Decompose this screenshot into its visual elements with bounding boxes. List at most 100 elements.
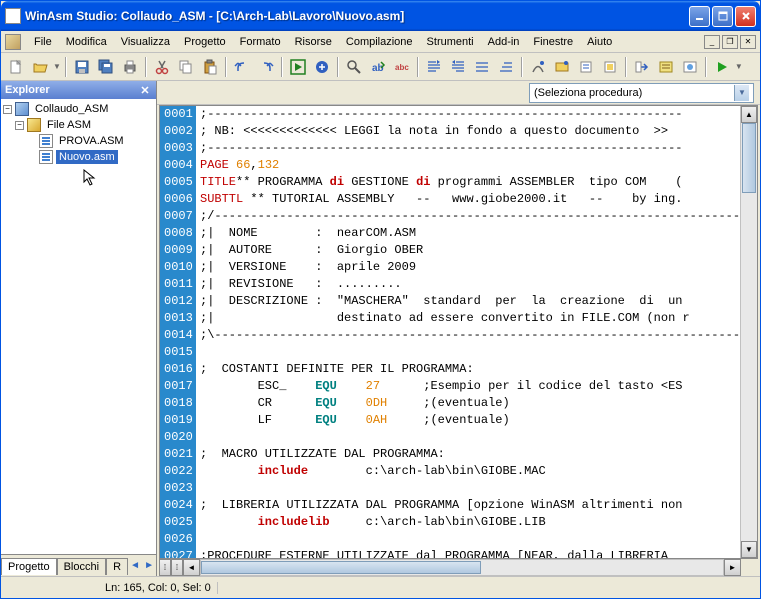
menu-progetto[interactable]: Progetto: [177, 34, 233, 50]
uncomment-button[interactable]: [495, 56, 517, 78]
code-line[interactable]: ;| DESCRIZIONE : "MASCHERA" standard per…: [200, 293, 740, 310]
mdi-minimize-button[interactable]: _: [704, 35, 720, 49]
code-line[interactable]: ;/--------------------------------------…: [200, 208, 740, 225]
explorer-close-icon[interactable]: ✕: [138, 83, 152, 97]
code-line[interactable]: ;| NOME : nearCOM.ASM: [200, 225, 740, 242]
sidebar-tab-project[interactable]: Progetto: [1, 558, 57, 575]
code-line[interactable]: [200, 429, 740, 446]
code-line[interactable]: [200, 531, 740, 548]
code-line[interactable]: ; COSTANTI DEFINITE PER IL PROGRAMMA:: [200, 361, 740, 378]
code-line[interactable]: [200, 480, 740, 497]
sidebar-tab-other[interactable]: R: [106, 558, 128, 575]
redo-button[interactable]: [255, 56, 277, 78]
code-line[interactable]: ; NB: <<<<<<<<<<<<< LEGGI la nota in fon…: [200, 123, 740, 140]
code-line[interactable]: ;PROCEDURE ESTERNE UTILIZZATE dal PROGRA…: [200, 548, 740, 558]
mdi-close-button[interactable]: ✕: [740, 35, 756, 49]
code-line[interactable]: ;---------------------------------------…: [200, 106, 740, 123]
close-button[interactable]: [735, 6, 756, 27]
find-button[interactable]: [343, 56, 365, 78]
save-all-button[interactable]: [95, 56, 117, 78]
menu-risorse[interactable]: Risorse: [288, 34, 339, 50]
undo-button[interactable]: [231, 56, 253, 78]
code-line[interactable]: ;---------------------------------------…: [200, 140, 740, 157]
menu-compilazione[interactable]: Compilazione: [339, 34, 420, 50]
paste-button[interactable]: [199, 56, 221, 78]
hscroll-thumb[interactable]: [201, 561, 481, 574]
split-handle-icon[interactable]: ⁞: [171, 559, 183, 576]
code-line[interactable]: TITLE** PROGRAMMA di GESTIONE di program…: [200, 174, 740, 191]
tree-project-node[interactable]: − Collaudo_ASM: [3, 101, 154, 117]
menu-aiuto[interactable]: Aiuto: [580, 34, 619, 50]
stop-button[interactable]: [311, 56, 333, 78]
tool-d-button[interactable]: [599, 56, 621, 78]
code-line[interactable]: [200, 344, 740, 361]
scroll-up-icon[interactable]: ▲: [741, 106, 757, 123]
code-line[interactable]: ;| VERSIONE : aprile 2009: [200, 259, 740, 276]
tool-g-button[interactable]: [679, 56, 701, 78]
sidebar-tab-blocks[interactable]: Blocchi: [57, 558, 106, 575]
outdent-button[interactable]: [423, 56, 445, 78]
scroll-thumb[interactable]: [742, 123, 756, 193]
code-line[interactable]: PAGE 66,132: [200, 157, 740, 174]
code-content[interactable]: ;---------------------------------------…: [196, 106, 740, 558]
project-tree[interactable]: − Collaudo_ASM − File ASM PROVA.ASM: [1, 99, 156, 554]
find-abc-button[interactable]: abc: [391, 56, 413, 78]
code-line[interactable]: ESC_ EQU 27 ;Esempio per il codice del t…: [200, 378, 740, 395]
comment-button[interactable]: [471, 56, 493, 78]
menu-formato[interactable]: Formato: [233, 34, 288, 50]
play-button[interactable]: [711, 56, 733, 78]
code-line[interactable]: includelib c:\arch-lab\bin\GIOBE.LIB: [200, 514, 740, 531]
copy-button[interactable]: [175, 56, 197, 78]
menu-modifica[interactable]: Modifica: [59, 34, 114, 50]
minimize-button[interactable]: [689, 6, 710, 27]
code-line[interactable]: ; MACRO UTILIZZATE DAL PROGRAMMA:: [200, 446, 740, 463]
open-button[interactable]: [29, 56, 51, 78]
svg-text:ab: ab: [372, 63, 384, 74]
mdi-restore-button[interactable]: ❐: [722, 35, 738, 49]
menu-visualizza[interactable]: Visualizza: [114, 34, 177, 50]
menu-strumenti[interactable]: Strumenti: [420, 34, 481, 50]
run-button[interactable]: [287, 56, 309, 78]
tree-folder-node[interactable]: − File ASM: [3, 117, 154, 133]
scroll-track[interactable]: [741, 193, 757, 541]
vertical-scrollbar[interactable]: ▲ ▼: [740, 106, 757, 558]
code-line[interactable]: ;| REVISIONE : .........: [200, 276, 740, 293]
code-line[interactable]: CR EQU 0DH ;(eventuale): [200, 395, 740, 412]
code-editor[interactable]: 0001000200030004000500060007000800090010…: [159, 105, 758, 559]
tree-collapse-icon[interactable]: −: [3, 105, 12, 114]
replace-button[interactable]: ab: [367, 56, 389, 78]
code-line[interactable]: ; LIBRERIA UTILIZZATA DAL PROGRAMMA [opz…: [200, 497, 740, 514]
scroll-left-icon[interactable]: ◄: [183, 559, 200, 576]
code-line[interactable]: include c:\arch-lab\bin\GIOBE.MAC: [200, 463, 740, 480]
maximize-button[interactable]: [712, 6, 733, 27]
scroll-right-icon[interactable]: ►: [724, 559, 741, 576]
tool-c-button[interactable]: [575, 56, 597, 78]
code-line[interactable]: SUBTTL ** TUTORIAL ASSEMBLY -- www.giobe…: [200, 191, 740, 208]
cut-button[interactable]: [151, 56, 173, 78]
tool-b-button[interactable]: [551, 56, 573, 78]
split-handle-icon[interactable]: ⁞: [159, 559, 171, 576]
code-line[interactable]: LF EQU 0AH ;(eventuale): [200, 412, 740, 429]
tab-scroll-left-icon[interactable]: ◄: [128, 558, 142, 574]
tree-file-node[interactable]: Nuovo.asm: [3, 149, 154, 165]
save-button[interactable]: [71, 56, 93, 78]
tool-a-button[interactable]: [527, 56, 549, 78]
tool-f-button[interactable]: [655, 56, 677, 78]
menu-finestre[interactable]: Finestre: [526, 34, 580, 50]
new-button[interactable]: [5, 56, 27, 78]
menu-file[interactable]: File: [27, 34, 59, 50]
code-line[interactable]: ;| AUTORE : Giorgio OBER: [200, 242, 740, 259]
indent-button[interactable]: [447, 56, 469, 78]
print-button[interactable]: [119, 56, 141, 78]
tab-scroll-right-icon[interactable]: ►: [142, 558, 156, 574]
scroll-down-icon[interactable]: ▼: [741, 541, 757, 558]
titlebar[interactable]: WinAsm Studio: Collaudo_ASM - [C:\Arch-L…: [1, 1, 760, 31]
menu-add-in[interactable]: Add-in: [481, 34, 527, 50]
procedure-combobox[interactable]: (Seleziona procedura) ▼: [529, 83, 754, 103]
tree-file-node[interactable]: PROVA.ASM: [3, 133, 154, 149]
tree-collapse-icon[interactable]: −: [15, 121, 24, 130]
code-line[interactable]: ;\--------------------------------------…: [200, 327, 740, 344]
code-line[interactable]: ;| destinato ad essere convertito in FIL…: [200, 310, 740, 327]
hscroll-track[interactable]: [200, 559, 724, 576]
tool-e-button[interactable]: [631, 56, 653, 78]
